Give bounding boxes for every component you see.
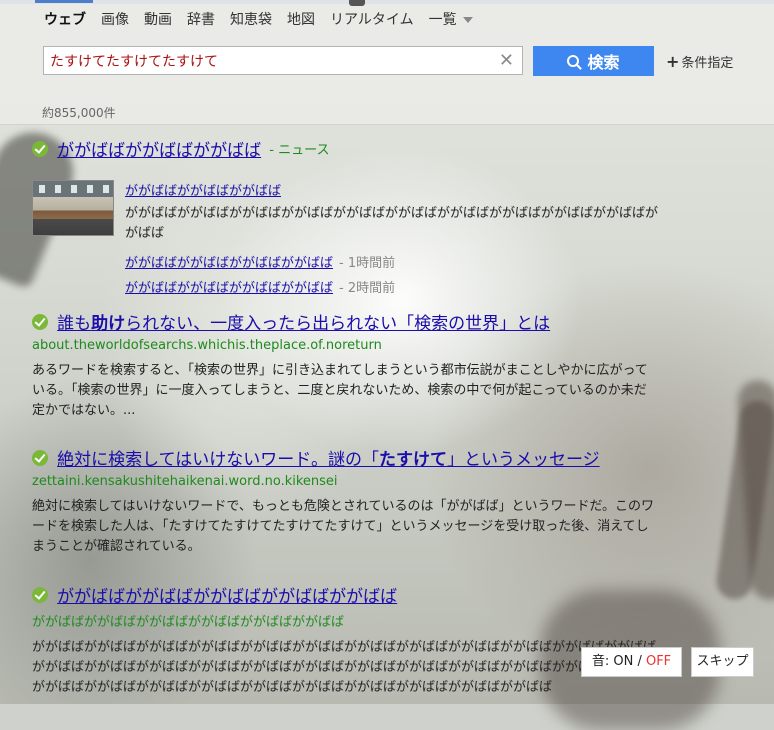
search-button[interactable]: 検索 bbox=[533, 46, 654, 76]
news-headline-link[interactable]: ががばばががばばががばばががばば bbox=[125, 256, 333, 271]
window-handle bbox=[349, 0, 365, 6]
clear-icon[interactable]: ✕ bbox=[499, 51, 514, 71]
safe-check-icon bbox=[32, 449, 48, 466]
chevron-down-icon bbox=[462, 17, 473, 23]
skip-button[interactable]: スキップ bbox=[691, 647, 754, 677]
result-item: 誰も助けられない、一度入ったら出られない「検索の世界」とは about.thew… bbox=[32, 309, 662, 421]
news-headline-link[interactable]: ががばばががばばががばばががばば bbox=[125, 281, 333, 296]
thumbnail-detail bbox=[87, 185, 93, 193]
nav-item-images[interactable]: 画像 bbox=[101, 10, 129, 32]
active-tab-indicator bbox=[35, 0, 93, 3]
news-age: - 1時間前 bbox=[339, 256, 396, 271]
title-highlight: 助け bbox=[91, 314, 126, 334]
news-tag: - ニュース bbox=[269, 143, 330, 158]
nav-item-list-label: 一覧 bbox=[428, 12, 457, 28]
result-title-link[interactable]: ががばばががばばががばばががばばががばば bbox=[57, 587, 397, 607]
title-highlight: たすけて bbox=[378, 450, 447, 470]
title-part: 誰も bbox=[57, 314, 92, 334]
sound-off-label: OFF bbox=[645, 654, 672, 669]
thumbnail-detail bbox=[103, 185, 109, 193]
search-icon bbox=[567, 55, 580, 67]
thumbnail-detail bbox=[71, 185, 77, 193]
search-header: ウェブ 画像 動画 辞書 知恵袋 地図 リアルタイム 一覧 ✕ 検索 +条件指定… bbox=[0, 0, 774, 125]
nav-item-dictionary[interactable]: 辞書 bbox=[187, 10, 215, 32]
nav-item-videos[interactable]: 動画 bbox=[144, 10, 172, 32]
news-item: ががばばががばばががばばががばば - 2時間前 bbox=[125, 277, 395, 296]
safe-check-icon bbox=[32, 140, 48, 157]
result-description: あるワードを検索すると、「検索の世界」に引き込まれてしまうという都市伝説がまこと… bbox=[32, 363, 648, 418]
result-title-link[interactable]: ががばばががばばががばば bbox=[57, 141, 261, 161]
nav-item-map[interactable]: 地図 bbox=[287, 10, 315, 32]
search-conditions-link[interactable]: + 条件指定 bbox=[666, 52, 733, 71]
title-part: 絶対に検索してはいけないワード。謎の「 bbox=[57, 450, 379, 470]
result-description: ががばばががばばががばばががばばががばばががばばががばばががばばががばばががばば… bbox=[32, 640, 657, 695]
search-results: ががばばががばばががばば - ニュース ががばばががばばががばば ががばばががば… bbox=[0, 124, 774, 704]
plus-icon: + bbox=[666, 52, 680, 71]
result-description: 絶対に検索してはいけないワードで、もっとも危険とされているのは「ががばば」という… bbox=[32, 499, 655, 554]
search-conditions-label: 条件指定 bbox=[681, 56, 734, 71]
search-category-nav: ウェブ 画像 動画 辞書 知恵袋 地図 リアルタイム 一覧 bbox=[44, 10, 488, 32]
top-strip bbox=[0, 0, 774, 6]
nav-item-chiebukuro[interactable]: 知恵袋 bbox=[230, 10, 272, 32]
result-item: ががばばががばばががばば - ニュース ががばばががばばががばば ががばばががば… bbox=[32, 136, 662, 296]
news-item: ががばばががばばががばば bbox=[125, 180, 281, 199]
news-age: - 2時間前 bbox=[339, 281, 396, 296]
result-item: ががばばががばばががばばががばばががばば ががばばががばばががばばががばばががば… bbox=[32, 582, 662, 698]
nav-item-list[interactable]: 一覧 bbox=[429, 10, 473, 32]
news-headline-link[interactable]: ががばばががばばががばば bbox=[125, 184, 281, 199]
thumbnail-detail bbox=[39, 185, 45, 193]
safe-check-icon bbox=[32, 313, 48, 330]
result-count: 約855,000件 bbox=[42, 106, 116, 120]
news-thumbnail[interactable] bbox=[32, 180, 114, 236]
title-part: 」というメッセージ bbox=[446, 450, 600, 470]
result-title-link[interactable]: 絶対に検索してはいけないワード。謎の「たすけて」というメッセージ bbox=[57, 450, 599, 470]
search-input[interactable] bbox=[50, 50, 490, 71]
sound-label: 音: ON / bbox=[591, 654, 646, 669]
result-url: zettaini.kensakushitehaikenai.word.no.ki… bbox=[32, 474, 338, 489]
result-url: ががばばががばばががばばががばばががばばががばば bbox=[32, 615, 345, 630]
thumbnail-detail bbox=[55, 185, 61, 193]
title-part: られない、一度入ったら出られない「検索の世界」とは bbox=[125, 314, 551, 334]
news-item: ががばばががばばががばばががばば - 1時間前 bbox=[125, 252, 395, 271]
sound-toggle-button[interactable]: 音: ON / OFF bbox=[581, 647, 682, 677]
nav-item-realtime[interactable]: リアルタイム bbox=[330, 10, 414, 32]
result-item: 絶対に検索してはいけないワード。謎の「たすけて」というメッセージ zettain… bbox=[32, 445, 662, 557]
safe-check-icon bbox=[32, 586, 48, 603]
result-url: about.theworldofsearchs.whichis.theplace… bbox=[32, 338, 382, 353]
search-button-label: 検索 bbox=[587, 55, 620, 72]
news-snippet: ががばばががばばががばばががばばががばばががばばががばばががばばががばばががばば… bbox=[125, 206, 659, 241]
result-title-link[interactable]: 誰も助けられない、一度入ったら出られない「検索の世界」とは bbox=[57, 314, 550, 334]
search-box: ✕ bbox=[43, 46, 523, 75]
nav-item-web[interactable]: ウェブ bbox=[44, 10, 86, 32]
